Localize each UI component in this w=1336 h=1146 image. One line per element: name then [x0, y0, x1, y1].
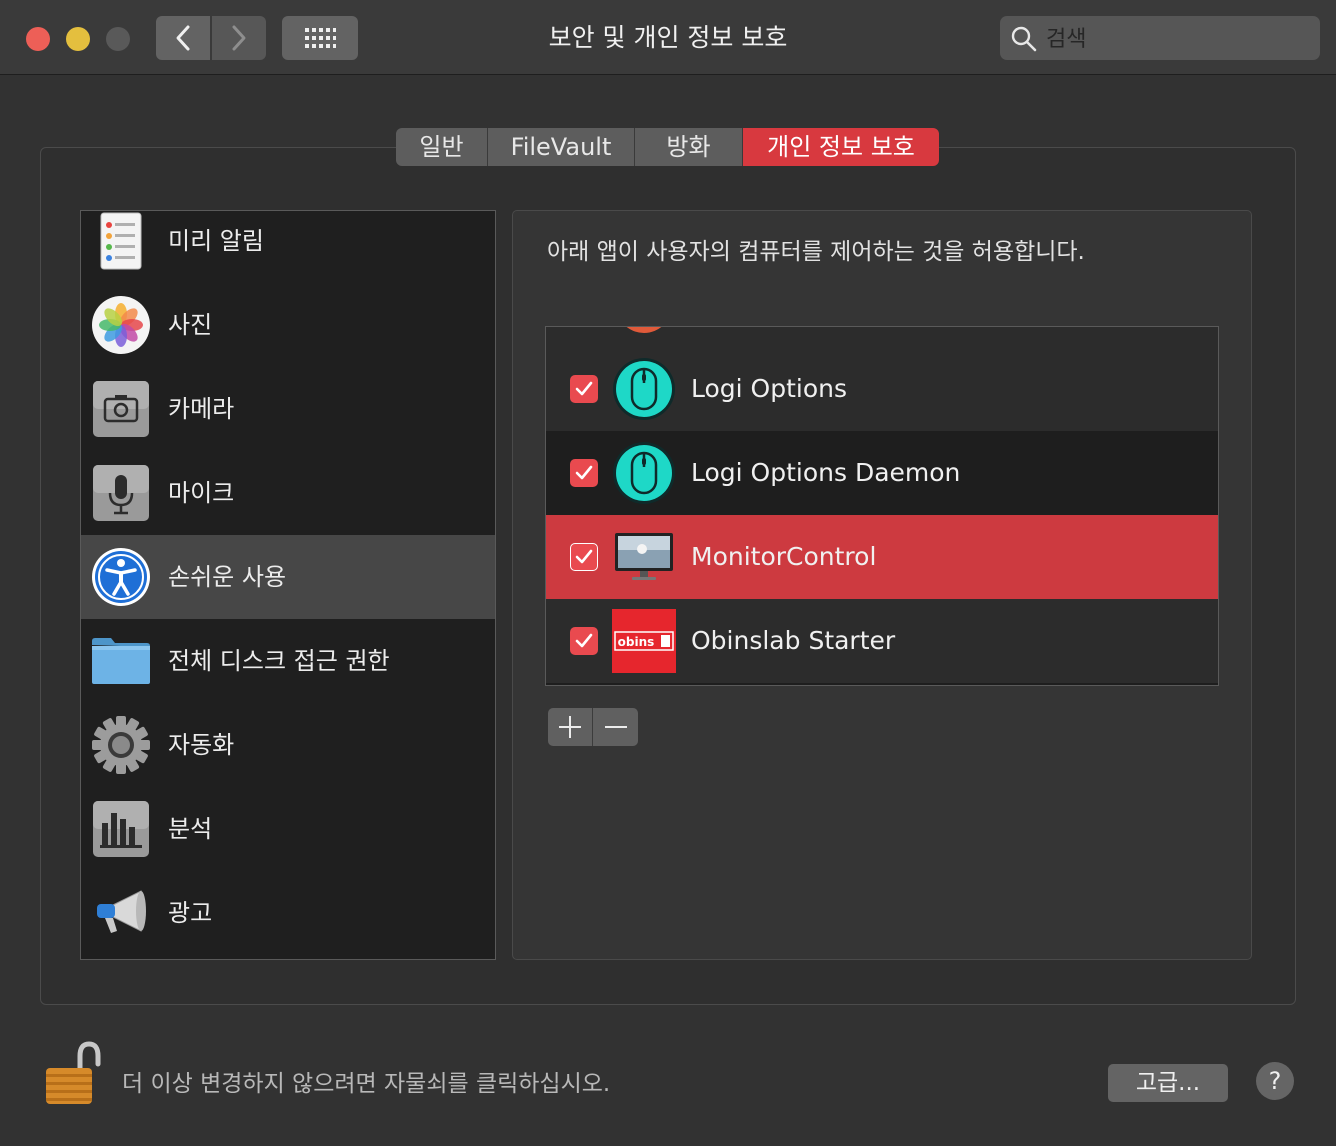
tab-general[interactable]: 일반: [396, 128, 488, 166]
monitor-icon: [615, 533, 673, 580]
app-row-logi-options-daemon[interactable]: Logi Options Daemon: [546, 431, 1218, 515]
sidebar-item-photos[interactable]: 사진: [81, 283, 495, 367]
grid-icon: [305, 28, 336, 48]
sidebar-item-label: 분석: [168, 815, 213, 843]
folder-icon: [92, 638, 150, 684]
help-button[interactable]: ?: [1256, 1062, 1294, 1100]
obins-logo-text: obins: [618, 635, 655, 649]
app-list[interactable]: Logi Options Logi Options Daemon Monitor…: [545, 326, 1219, 686]
sidebar-item-microphone[interactable]: 마이크: [81, 451, 495, 535]
allow-checkbox[interactable]: [570, 543, 598, 571]
zoom-button[interactable]: [106, 27, 130, 51]
app-name: Logi Options Daemon: [691, 458, 961, 487]
app-icon: [626, 327, 662, 333]
app-name: Logi Options: [691, 374, 848, 403]
chevron-right-icon: [232, 25, 246, 51]
logi-mouse-icon: [613, 358, 675, 420]
show-all-button[interactable]: [282, 16, 358, 60]
search-field[interactable]: [1000, 16, 1320, 60]
allow-checkbox[interactable]: [570, 627, 598, 655]
camera-icon: [93, 381, 149, 437]
chevron-left-icon: [176, 25, 190, 51]
minus-icon: [604, 726, 627, 728]
sidebar-item-label: 마이크: [168, 479, 235, 507]
search-icon: [1011, 26, 1037, 52]
app-name: Obinslab Starter: [691, 626, 896, 655]
analytics-icon: [93, 801, 149, 857]
search-input[interactable]: [1044, 22, 1308, 56]
privacy-category-list[interactable]: 미리 알림 사진 카메라 마이크 손쉬운 사용 전체 디스크 접근 권한 자동화…: [80, 210, 496, 960]
remove-app-button[interactable]: [593, 708, 638, 746]
tab-privacy[interactable]: 개인 정보 보호: [743, 128, 939, 166]
app-row-logi-options[interactable]: Logi Options: [546, 347, 1218, 431]
sidebar-item-label: 자동화: [168, 731, 235, 759]
gear-icon: [92, 716, 150, 774]
advanced-button[interactable]: 고급...: [1108, 1064, 1228, 1102]
checkmark-icon: [575, 549, 593, 564]
sidebar-item-label: 카메라: [168, 395, 235, 423]
sidebar-item-full-disk-access[interactable]: 전체 디스크 접근 권한: [81, 619, 495, 703]
checkmark-icon: [575, 381, 593, 396]
forward-button[interactable]: [212, 16, 266, 60]
system-preferences-window: 보안 및 개인 정보 보호 일반 FileVault 방화벽 개인 정보 보호: [0, 0, 1336, 1146]
sidebar-item-accessibility[interactable]: 손쉬운 사용: [81, 535, 495, 619]
reminders-icon: [100, 212, 142, 270]
sidebar-item-label: 미리 알림: [168, 227, 264, 255]
plus-icon: [559, 716, 581, 738]
checkmark-icon: [575, 633, 593, 648]
logi-mouse-icon: [613, 442, 675, 504]
nav-buttons: [156, 16, 266, 60]
megaphone-icon: [97, 890, 146, 933]
sidebar-item-advertising[interactable]: 광고: [81, 871, 495, 955]
checkmark-icon: [575, 465, 593, 480]
add-remove-buttons: [548, 708, 638, 746]
photos-icon: [92, 296, 150, 354]
allow-checkbox[interactable]: [570, 459, 598, 487]
obins-logo-icon: obins: [612, 609, 676, 673]
sidebar-item-label: 사진: [168, 311, 213, 339]
sidebar-item-label: 광고: [168, 899, 213, 927]
microphone-icon: [93, 465, 149, 521]
list-item[interactable]: [546, 327, 1218, 347]
sidebar-item-label: 전체 디스크 접근 권한: [168, 647, 390, 675]
minimize-button[interactable]: [66, 27, 90, 51]
sidebar-item-camera[interactable]: 카메라: [81, 367, 495, 451]
lock-status-text: 더 이상 변경하지 않으려면 자물쇠를 클릭하십시오.: [122, 1071, 611, 1097]
back-button[interactable]: [156, 16, 210, 60]
title-bar: 보안 및 개인 정보 보호: [0, 0, 1336, 75]
add-app-button[interactable]: [548, 708, 593, 746]
permission-description: 아래 앱이 사용자의 컴퓨터를 제어하는 것을 허용합니다.: [547, 239, 1085, 265]
tab-firewall[interactable]: 방화벽: [635, 128, 743, 166]
sidebar-item-label: 손쉬운 사용: [168, 563, 287, 591]
allow-checkbox[interactable]: [570, 375, 598, 403]
close-button[interactable]: [26, 27, 50, 51]
app-row-obinslab-starter[interactable]: obins Obinslab Starter: [546, 599, 1218, 683]
sidebar-item-analytics[interactable]: 분석: [81, 787, 495, 871]
sidebar-item-automation[interactable]: 자동화: [81, 703, 495, 787]
app-name: MonitorControl: [691, 542, 877, 571]
tab-bar: 일반 FileVault 방화벽 개인 정보 보호: [396, 128, 939, 166]
app-row-monitorcontrol[interactable]: MonitorControl: [546, 515, 1218, 599]
sidebar-item-reminders[interactable]: 미리 알림: [81, 211, 495, 283]
tab-filevault[interactable]: FileVault: [488, 128, 635, 166]
accessibility-icon: [92, 548, 150, 606]
lock-icon[interactable]: [40, 1040, 106, 1110]
